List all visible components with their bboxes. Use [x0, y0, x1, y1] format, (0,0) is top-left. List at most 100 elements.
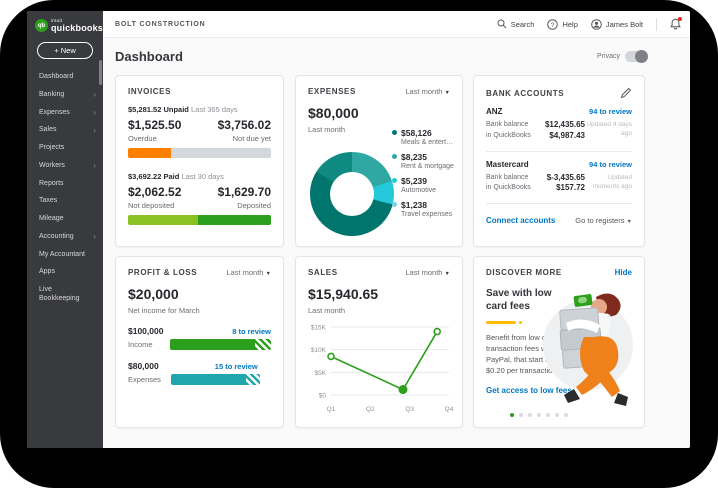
- chevron-right-icon: ›: [93, 233, 96, 241]
- sales-card[interactable]: SALES Last month ▼ $15,940.65 Last month…: [295, 256, 463, 428]
- carousel-dot[interactable]: [546, 413, 550, 417]
- topbar: BOLT CONSTRUCTION Search ? Help James Bo…: [103, 11, 690, 38]
- account-name: Mastercard: [486, 160, 529, 169]
- quickbooks-label: quickbooks: [51, 24, 103, 33]
- sidebar-scrollbar[interactable]: [99, 60, 102, 85]
- data-point[interactable]: [398, 385, 407, 394]
- expenses-card[interactable]: EXPENSES Last month ▼ $80,000 Last month…: [295, 75, 463, 247]
- sidebar-item-banking[interactable]: Banking›: [27, 86, 103, 104]
- user-menu[interactable]: James Bolt: [591, 19, 643, 30]
- paid-progress-bar[interactable]: [128, 215, 271, 225]
- to-review-link[interactable]: 15 to review: [215, 362, 258, 371]
- sales-filter-dropdown[interactable]: Last month ▼: [405, 268, 450, 277]
- sidebar-item-expenses[interactable]: Expenses›: [27, 104, 103, 122]
- notdeposited-amount: $2,062.52: [128, 185, 181, 199]
- legend-dot: [392, 130, 397, 135]
- search-icon: [497, 19, 507, 29]
- to-review-link[interactable]: 8 to review: [232, 327, 271, 336]
- pnl-amount: $100,000: [128, 326, 163, 336]
- legend-item: $58,126Meals & entert…: [392, 128, 458, 146]
- pnl-bar[interactable]: [170, 339, 271, 350]
- edit-pencil-icon[interactable]: [620, 87, 632, 99]
- svg-text:Q3: Q3: [405, 406, 414, 413]
- topbar-divider: [656, 18, 657, 31]
- legend-item: $1,238Travel expenses: [392, 200, 458, 218]
- legend-item: $5,239Automotive: [392, 176, 458, 194]
- expenses-title: EXPENSES: [308, 87, 356, 96]
- carousel-dot[interactable]: [564, 413, 568, 417]
- data-point[interactable]: [328, 353, 334, 359]
- updated-status: Updated moments ago: [585, 173, 632, 195]
- carousel-dot[interactable]: [519, 413, 523, 417]
- connect-accounts-link[interactable]: Connect accounts: [486, 216, 555, 225]
- bank-account-mastercard: Mastercard94 to reviewBank balancein Qui…: [486, 160, 632, 205]
- svg-text:$15K: $15K: [311, 325, 327, 332]
- chevron-right-icon: ›: [93, 109, 96, 117]
- sidebar-item-live-bookkeeping[interactable]: Live Bookkeeping: [27, 282, 103, 309]
- go-to-registers-dropdown[interactable]: Go to registers ▼: [575, 216, 632, 225]
- notifications-button[interactable]: [670, 18, 681, 30]
- bank-account-anz: ANZ94 to reviewBank balancein QuickBooks…: [486, 107, 632, 152]
- pnl-net-income: $20,000: [128, 286, 271, 302]
- pnl-filter-dropdown[interactable]: Last month ▼: [226, 268, 271, 277]
- sidebar-item-sales[interactable]: Sales›: [27, 122, 103, 140]
- bank-accounts-card[interactable]: BANK ACCOUNTS ANZ94 to reviewBank balanc…: [473, 75, 645, 247]
- sidebar-item-apps[interactable]: Apps: [27, 264, 103, 282]
- sidebar-item-reports[interactable]: Reports: [27, 175, 103, 193]
- balance-values: $-3,435.65$157.72: [531, 173, 585, 195]
- search-label: Search: [511, 20, 535, 29]
- legend-dot: [392, 202, 397, 207]
- sidebar-item-taxes[interactable]: Taxes: [27, 193, 103, 211]
- topbar-actions: Search ? Help James Bolt: [497, 18, 681, 31]
- sidebar-item-workers[interactable]: Workers›: [27, 157, 103, 175]
- to-review-link[interactable]: 94 to review: [589, 160, 632, 169]
- profit-loss-card[interactable]: PROFIT & LOSS Last month ▼ $20,000 Net i…: [115, 256, 284, 428]
- carousel-dot[interactable]: [537, 413, 541, 417]
- chevron-down-icon: ▼: [445, 90, 450, 96]
- carousel-dot[interactable]: [528, 413, 532, 417]
- balance-values: $12,435.65$4,987.43: [531, 120, 585, 142]
- expenses-donut-chart[interactable]: [310, 152, 394, 236]
- invoices-card[interactable]: INVOICES $5,281.52 Unpaid Last 365 days …: [115, 75, 284, 247]
- sidebar-item-mileage[interactable]: Mileage: [27, 211, 103, 229]
- pnl-label: Income: [128, 340, 170, 349]
- pnl-amount: $80,000: [128, 361, 159, 371]
- invoices-title: INVOICES: [128, 87, 171, 96]
- hide-link[interactable]: Hide: [615, 268, 632, 277]
- sidebar-item-accounting[interactable]: Accounting›: [27, 228, 103, 246]
- expenses-filter-dropdown[interactable]: Last month ▼: [405, 87, 450, 96]
- new-button[interactable]: + New: [37, 42, 93, 59]
- qb-logo-icon: qb: [35, 19, 48, 32]
- privacy-control: Privacy: [597, 51, 647, 62]
- svg-text:Q1: Q1: [327, 406, 336, 413]
- pnl-title: PROFIT & LOSS: [128, 268, 197, 277]
- bar-segment: [171, 148, 271, 158]
- unpaid-summary: $5,281.52 Unpaid Last 365 days: [128, 105, 271, 114]
- data-point[interactable]: [434, 329, 440, 335]
- search-button[interactable]: Search: [497, 19, 535, 29]
- discover-title: DISCOVER MORE: [486, 268, 562, 277]
- carousel-dot[interactable]: [510, 413, 514, 417]
- divider: [486, 203, 632, 204]
- sidebar-item-dashboard[interactable]: Dashboard: [27, 69, 103, 87]
- overdue-label: Overdue: [128, 134, 157, 143]
- pnl-bar[interactable]: [171, 374, 260, 385]
- carousel-dot[interactable]: [555, 413, 559, 417]
- chevron-right-icon: ›: [93, 91, 96, 99]
- sales-title: SALES: [308, 268, 338, 277]
- to-review-link[interactable]: 94 to review: [589, 107, 632, 116]
- unpaid-progress-bar[interactable]: [128, 148, 271, 158]
- promo-illustration: [536, 283, 640, 411]
- donut-hole: [330, 172, 374, 216]
- discover-more-card[interactable]: DISCOVER MORE Hide Save with low card fe…: [473, 256, 645, 428]
- sidebar-item-my-accountant[interactable]: My Accountant: [27, 246, 103, 264]
- sidebar: qb intuit quickbooks + New DashboardBank…: [27, 11, 103, 448]
- svg-text:$5K: $5K: [314, 370, 326, 377]
- quickbooks-app: qb intuit quickbooks + New DashboardBank…: [27, 11, 690, 448]
- svg-text:Q2: Q2: [366, 406, 375, 413]
- user-name: James Bolt: [606, 20, 643, 29]
- sidebar-item-projects[interactable]: Projects: [27, 140, 103, 158]
- privacy-toggle[interactable]: [625, 51, 647, 62]
- deposited-amount: $1,629.70: [218, 185, 271, 199]
- help-button[interactable]: ? Help: [547, 19, 577, 30]
